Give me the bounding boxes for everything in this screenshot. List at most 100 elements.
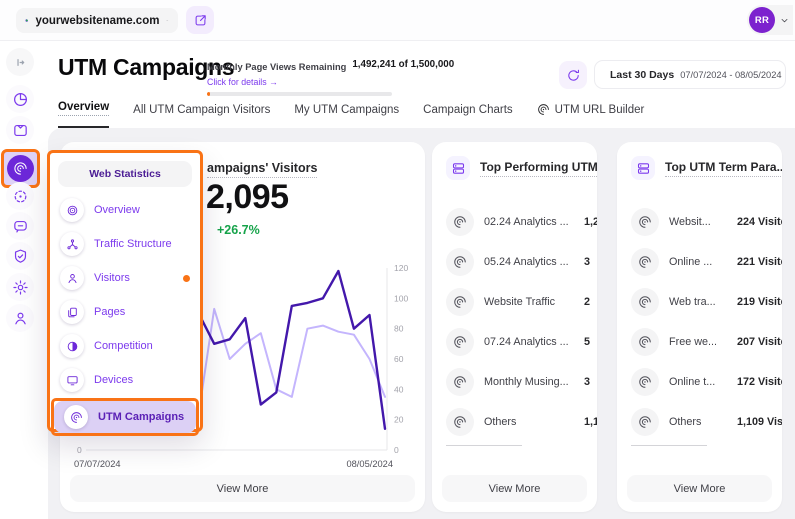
chart-view-more-button[interactable]: View More bbox=[70, 475, 415, 502]
sidebar-item-inbox[interactable] bbox=[6, 116, 34, 144]
date-preset: Last 30 Days bbox=[610, 69, 674, 81]
item-value: 172 Visitors bbox=[737, 376, 782, 388]
spiral-icon bbox=[631, 408, 659, 436]
shield-icon bbox=[12, 248, 29, 265]
monitor-icon bbox=[60, 368, 84, 392]
sidebar-item-utm-campaigns[interactable] bbox=[7, 155, 34, 182]
menu-header: Web Statistics bbox=[58, 161, 192, 187]
usage-value: 1,492,241 of 1,500,000 bbox=[352, 59, 454, 70]
person-icon bbox=[60, 266, 84, 290]
item-value: 1,1 bbox=[584, 416, 597, 428]
list-item[interactable]: Others1,1 bbox=[446, 402, 597, 442]
list-item[interactable]: Others1,109 Visitors bbox=[631, 402, 782, 442]
list-item[interactable]: Free we... 207 Visitors bbox=[631, 322, 782, 362]
menu-item-pages[interactable]: Pages bbox=[50, 295, 200, 329]
spiral-icon bbox=[631, 248, 659, 276]
competition-icon bbox=[60, 334, 84, 358]
chevron-down-icon bbox=[166, 15, 169, 26]
menu-item-overview[interactable]: Overview bbox=[50, 193, 200, 227]
item-name: Web tra... bbox=[669, 296, 716, 308]
spiral-icon bbox=[631, 288, 659, 316]
spiral-icon bbox=[446, 408, 474, 436]
tab-overview[interactable]: Overview bbox=[58, 100, 109, 128]
date-range-picker[interactable]: Last 30 Days 07/07/2024 - 08/05/2024 bbox=[594, 60, 786, 89]
tab-utm-url-builder[interactable]: UTM URL Builder bbox=[537, 100, 645, 128]
spiral-icon bbox=[631, 328, 659, 356]
spiral-icon bbox=[631, 368, 659, 396]
spiral-icon bbox=[446, 288, 474, 316]
site-favicon-icon bbox=[25, 13, 28, 28]
menu-item-label: Visitors bbox=[94, 272, 130, 284]
card-title: Top UTM Term Para... bbox=[665, 160, 782, 177]
usage-progressbar bbox=[207, 92, 392, 96]
topbar: yourwebsitename.com RR bbox=[0, 0, 795, 41]
menu-item-label: Devices bbox=[94, 374, 133, 386]
user-menu[interactable]: RR bbox=[747, 5, 793, 35]
tab-my-utm-campaigns[interactable]: My UTM Campaigns bbox=[294, 100, 399, 128]
sidebar-item-settings[interactable] bbox=[6, 273, 34, 301]
item-value: 5 bbox=[584, 336, 590, 348]
menu-item-traffic-structure[interactable]: Traffic Structure bbox=[50, 227, 200, 261]
svg-text:40: 40 bbox=[394, 384, 404, 394]
chart-x-start-label: 07/07/2024 bbox=[74, 459, 121, 469]
list-item[interactable]: 05.24 Analytics ...3 bbox=[446, 242, 597, 282]
sidebar-item-security[interactable] bbox=[6, 242, 34, 270]
list-item[interactable]: 07.24 Analytics ...5 bbox=[446, 322, 597, 362]
list-item[interactable]: 02.24 Analytics ... 1,2 bbox=[446, 202, 597, 242]
spiral-icon bbox=[537, 103, 550, 116]
tab-campaign-charts[interactable]: Campaign Charts bbox=[423, 100, 512, 128]
svg-text:20: 20 bbox=[394, 415, 404, 425]
chart-x-end-label: 08/05/2024 bbox=[346, 459, 393, 469]
item-value: 1,2 bbox=[584, 216, 597, 228]
annotation-box-menu-item: UTM Campaigns bbox=[51, 398, 199, 436]
web-statistics-menu: Web Statistics Overview Traffic Structure… bbox=[47, 150, 203, 432]
item-value: 207 Visitors bbox=[737, 336, 782, 348]
list-item[interactable]: Monthly Musing...3 bbox=[446, 362, 597, 402]
list-item[interactable]: Websit...224 Visitors bbox=[631, 202, 782, 242]
tab-label: Overview bbox=[58, 101, 109, 116]
item-value: 224 Visitors bbox=[737, 216, 782, 228]
sidebar-item-analytics[interactable] bbox=[6, 85, 34, 113]
sidebar-item-messages[interactable] bbox=[6, 212, 34, 240]
gear-icon bbox=[12, 279, 29, 296]
refresh-icon bbox=[566, 68, 581, 83]
site-selector[interactable]: yourwebsitename.com bbox=[16, 8, 178, 33]
item-value: 3 bbox=[584, 256, 590, 268]
sidebar-item-account[interactable] bbox=[6, 304, 34, 332]
app: yourwebsitename.com RR UTM Campaigns Mon… bbox=[0, 0, 795, 519]
view-more-button[interactable]: View More bbox=[627, 475, 772, 502]
svg-text:100: 100 bbox=[394, 293, 408, 303]
open-site-button[interactable] bbox=[186, 6, 214, 34]
list-card-icon bbox=[446, 156, 470, 180]
item-name: 02.24 Analytics ... bbox=[484, 216, 569, 228]
date-range: 07/07/2024 - 08/05/2024 bbox=[680, 70, 781, 80]
menu-item-devices[interactable]: Devices bbox=[50, 363, 200, 397]
sidebar-item-expand-sidebar[interactable] bbox=[6, 48, 34, 76]
mail-icon bbox=[12, 122, 29, 139]
usage-details-link[interactable]: Click for details → bbox=[207, 77, 346, 87]
list-item[interactable]: Online t... 172 Visitors bbox=[631, 362, 782, 402]
sidebar-item-tracking[interactable] bbox=[6, 182, 34, 210]
list-item[interactable]: Online ...221 Visitors bbox=[631, 242, 782, 282]
menu-item-competition[interactable]: Competition bbox=[50, 329, 200, 363]
menu-item-utm-campaigns[interactable]: UTM Campaigns bbox=[54, 401, 196, 433]
item-name: Free we... bbox=[669, 336, 717, 348]
chart-total-value: 2,095 bbox=[206, 178, 289, 217]
usage-progress-fill bbox=[207, 92, 210, 96]
usage-meter: Monthly Page Views Remaining Click for d… bbox=[207, 57, 392, 96]
tab-all-utm-campaign-visitors[interactable]: All UTM Campaign Visitors bbox=[133, 100, 270, 128]
menu-item-label: Overview bbox=[94, 204, 140, 216]
menu-item-visitors[interactable]: Visitors bbox=[50, 261, 200, 295]
svg-text:0: 0 bbox=[394, 445, 399, 455]
list-item[interactable]: Website Traffic2 bbox=[446, 282, 597, 322]
svg-text:60: 60 bbox=[394, 354, 404, 364]
item-value: 2 bbox=[584, 296, 590, 308]
notification-dot bbox=[183, 275, 190, 282]
spiral-icon bbox=[13, 161, 28, 176]
spiral-icon bbox=[631, 208, 659, 236]
list-item[interactable]: Web tra...219 Visitors bbox=[631, 282, 782, 322]
item-name: Online t... bbox=[669, 376, 715, 388]
pie-icon bbox=[12, 91, 29, 108]
refresh-button[interactable] bbox=[559, 61, 587, 89]
view-more-button[interactable]: View More bbox=[442, 475, 587, 502]
